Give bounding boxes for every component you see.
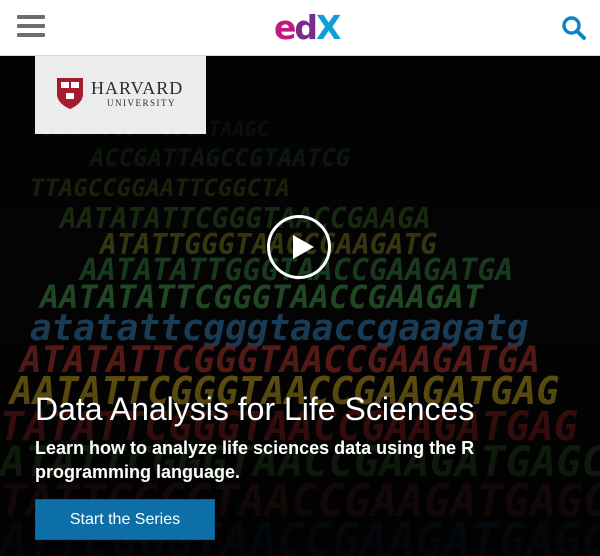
play-circle-icon[interactable] [267, 215, 331, 279]
course-description: Learn how to analyze life sciences data … [35, 438, 475, 482]
edx-logo[interactable]: edX [274, 8, 342, 48]
top-nav-bar: edX [0, 0, 600, 56]
harvard-university-logo: HARVARD UNIVERSITY [35, 56, 206, 134]
menu-bar-line [17, 15, 45, 19]
course-hero: GGAATTCGTACCGATAAGC ACCGATTAGCCGTAATCG T… [0, 56, 600, 556]
logo-letter-e: e [274, 8, 296, 47]
harvard-shield-icon [57, 78, 83, 109]
partner-name: HARVARD [91, 78, 184, 98]
start-series-button[interactable]: Start the Series [35, 499, 215, 540]
menu-bar-line [17, 24, 45, 28]
search-icon[interactable] [561, 15, 587, 41]
partner-subtitle: UNIVERSITY [107, 98, 176, 108]
hamburger-menu-icon[interactable] [17, 14, 45, 38]
logo-letter-x: X [316, 8, 341, 47]
logo-letter-d: d [294, 8, 318, 47]
play-triangle-icon [293, 235, 314, 259]
menu-bar-line [17, 33, 45, 37]
course-title: Data Analysis for Life Sciences [35, 391, 475, 427]
